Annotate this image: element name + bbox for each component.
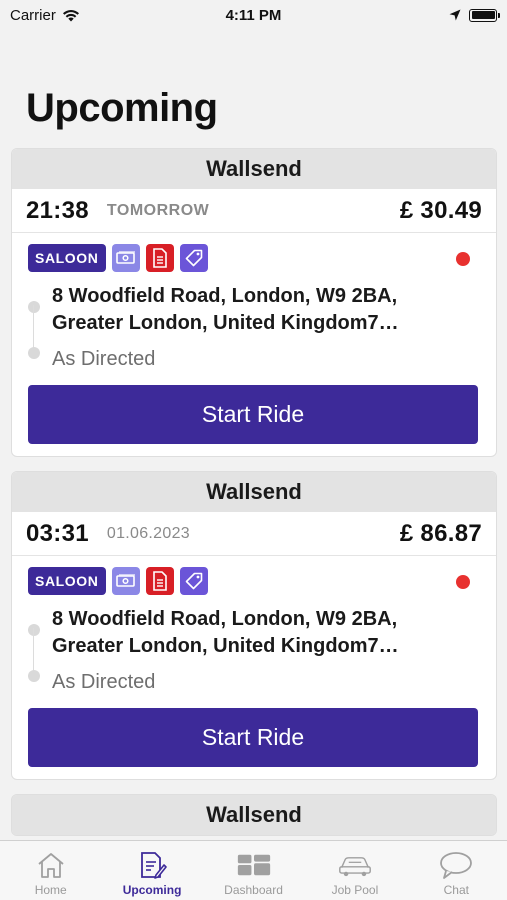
car-icon xyxy=(338,850,372,880)
wifi-icon xyxy=(62,9,79,21)
battery-icon xyxy=(469,8,500,22)
job-details: SALOON 8 Woodfield Road, London, W9 2BA,… xyxy=(12,556,496,779)
tab-job-pool[interactable]: Job Pool xyxy=(304,841,405,900)
tab-label: Job Pool xyxy=(331,883,379,897)
job-area-header: Wallsend xyxy=(12,472,496,512)
tab-label: Home xyxy=(34,883,67,897)
route-line xyxy=(33,628,34,674)
tab-upcoming[interactable]: Upcoming xyxy=(101,841,202,900)
job-time: 03:31 xyxy=(26,519,89,547)
pickup-dot xyxy=(28,624,40,636)
job-summary-row: 21:38 TOMORROW £ 30.49 xyxy=(12,189,496,233)
vehicle-type-badge: SALOON xyxy=(28,244,106,272)
job-card[interactable]: Wallsend 21:38 TOMORROW £ 30.49 SALOON 8… xyxy=(11,148,497,457)
job-list[interactable]: Wallsend 21:38 TOMORROW £ 30.49 SALOON 8… xyxy=(11,148,497,850)
tab-bar: Home Upcoming Dashboard Job Pool Chat xyxy=(0,840,507,900)
start-ride-button[interactable]: Start Ride xyxy=(28,385,478,444)
job-price: £ 86.87 xyxy=(399,519,482,547)
dropoff-dot xyxy=(28,670,40,682)
tag-icon xyxy=(179,244,208,272)
pickup-dot xyxy=(28,301,40,313)
cash-icon xyxy=(111,244,140,272)
pickup-address: 8 Woodfield Road, London, W9 2BA, Greate… xyxy=(52,285,398,334)
job-badges: SALOON xyxy=(28,566,480,596)
job-details: SALOON 8 Woodfield Road, London, W9 2BA,… xyxy=(12,233,496,456)
tab-label: Chat xyxy=(443,883,469,897)
page-title: Upcoming xyxy=(26,86,218,130)
job-card[interactable]: Wallsend xyxy=(11,794,497,836)
job-card[interactable]: Wallsend 03:31 01.06.2023 £ 86.87 SALOON xyxy=(11,471,497,780)
start-ride-button[interactable]: Start Ride xyxy=(28,708,478,767)
vehicle-type-badge: SALOON xyxy=(28,567,106,595)
cash-icon xyxy=(111,567,140,595)
job-area-header: Wallsend xyxy=(12,795,496,835)
status-dot xyxy=(456,252,470,266)
tab-label: Dashboard xyxy=(224,883,283,897)
route: 8 Woodfield Road, London, W9 2BA, Greate… xyxy=(28,283,480,371)
pickup-address: 8 Woodfield Road, London, W9 2BA, Greate… xyxy=(52,608,398,657)
home-icon xyxy=(34,850,68,880)
document-icon xyxy=(145,244,174,272)
job-area-header: Wallsend xyxy=(12,149,496,189)
dashboard-icon xyxy=(237,850,271,880)
chat-icon xyxy=(439,850,473,880)
location-arrow-icon xyxy=(449,9,461,21)
status-bar: Carrier 4:11 PM xyxy=(0,0,507,30)
job-time: 21:38 xyxy=(26,196,89,224)
route-line xyxy=(33,305,34,351)
tag-icon xyxy=(179,567,208,595)
upcoming-icon xyxy=(135,850,169,880)
job-day: TOMORROW xyxy=(106,201,210,219)
tab-home[interactable]: Home xyxy=(0,841,101,900)
status-dot xyxy=(456,575,470,589)
job-date: 01.06.2023 xyxy=(106,524,190,542)
dropoff-address: As Directed xyxy=(52,348,156,370)
tab-chat[interactable]: Chat xyxy=(406,841,507,900)
carrier-label: Carrier xyxy=(10,6,56,24)
status-left: Carrier xyxy=(10,7,80,24)
tab-dashboard[interactable]: Dashboard xyxy=(203,841,304,900)
tab-label: Upcoming xyxy=(122,883,182,897)
job-badges: SALOON xyxy=(28,243,480,273)
job-price: £ 30.49 xyxy=(399,196,482,224)
document-icon xyxy=(145,567,174,595)
route: 8 Woodfield Road, London, W9 2BA, Greate… xyxy=(28,606,480,694)
dropoff-dot xyxy=(28,347,40,359)
job-summary-row: 03:31 01.06.2023 £ 86.87 xyxy=(12,512,496,556)
status-right xyxy=(449,8,500,22)
dropoff-address: As Directed xyxy=(52,671,156,693)
